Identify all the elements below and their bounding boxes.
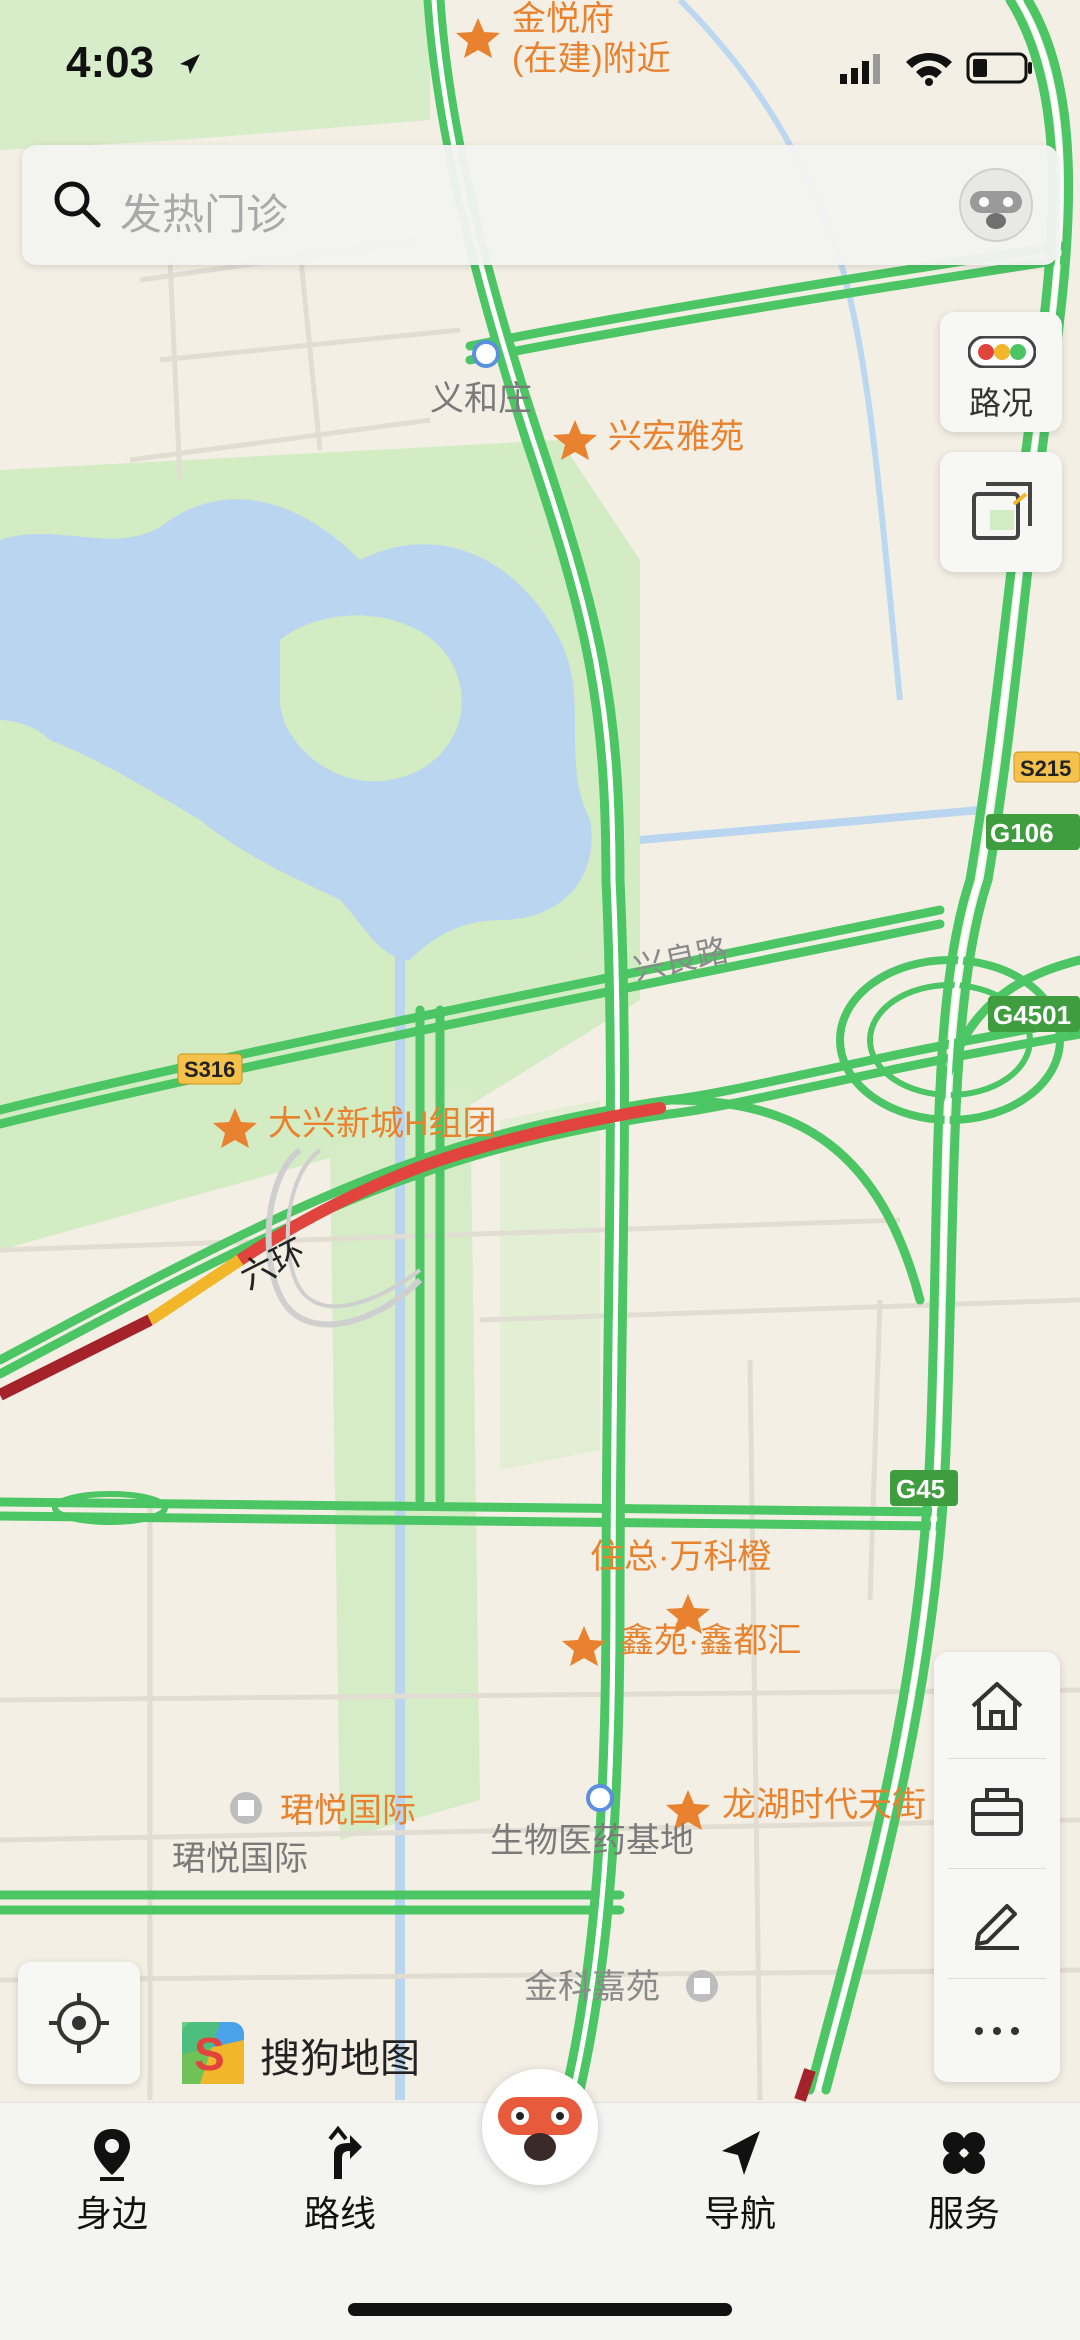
park-area [500, 1100, 600, 1470]
nav-nearby[interactable]: 身边 [42, 2125, 182, 2237]
nav-route[interactable]: 路线 [270, 2125, 410, 2237]
pen-icon [975, 1904, 1019, 1950]
briefcase-icon [971, 1788, 1023, 1836]
poi-label[interactable]: 鑫苑·鑫都汇 [620, 1622, 801, 1660]
poi-label[interactable]: 龙湖时代天街 [722, 1786, 926, 1824]
place-label: 珺悦国际 [172, 1840, 308, 1878]
more-icon [975, 2027, 1019, 2035]
svg-text:S: S [194, 2028, 225, 2080]
navigation-arrow-icon [722, 2131, 760, 2175]
shield-label: S215 [1020, 756, 1071, 781]
divider [948, 1868, 1046, 1869]
nav-label: 身边 [75, 2193, 148, 2234]
traffic-light-icon [968, 336, 1036, 368]
location-pin-icon [94, 2129, 130, 2181]
voice-assistant-button[interactable] [482, 2069, 598, 2185]
divider [948, 1758, 1046, 1759]
status-icons [840, 48, 1040, 93]
map-canvas[interactable]: 金悦府 (在建)附近 义和庄 兴宏雅苑 兴良路 大兴新城H组团 六环 住总·万科… [0, 0, 1080, 2339]
home-indicator[interactable] [348, 2303, 732, 2316]
nav-services[interactable]: 服务 [894, 2125, 1034, 2237]
nav-label: 服务 [927, 2193, 1000, 2234]
search-icon [54, 181, 101, 228]
traffic-button[interactable]: 路况 [940, 312, 1062, 432]
edit-button[interactable] [934, 1870, 1060, 1976]
tools-panel [934, 1652, 1060, 2082]
voice-assistant-icon[interactable] [956, 165, 1036, 245]
shield-label: G4501 [993, 1000, 1071, 1030]
poi-label[interactable]: 珺悦国际 [280, 1792, 416, 1830]
place-label: 义和庄 [430, 380, 532, 418]
services-clover-icon [943, 2132, 985, 2174]
mascot-icon [498, 2097, 582, 2161]
poi-label[interactable]: 住总·万科橙 [590, 1538, 771, 1576]
nav-label: 路线 [303, 2193, 376, 2234]
poi-label[interactable]: 兴宏雅苑 [608, 418, 744, 456]
poi-label[interactable]: 大兴新城H组团 [268, 1105, 497, 1143]
place-label: 金科嘉苑 [524, 1968, 660, 2006]
sogou-map-logo-icon: S [182, 2022, 244, 2084]
layers-icon [972, 482, 1032, 540]
home-button[interactable] [934, 1652, 1060, 1758]
traffic-label: 路况 [968, 385, 1033, 421]
nav-label: 导航 [703, 2193, 776, 2234]
divider [948, 1978, 1046, 1979]
place-label: 生物医药基地 [490, 1822, 694, 1860]
status-time: 4:03 [66, 38, 155, 87]
status-bar: 4:03 [0, 0, 1080, 130]
map-layers-button[interactable] [940, 452, 1062, 572]
search-bar[interactable]: 发热门诊 [22, 145, 1058, 265]
search-input[interactable]: 发热门诊 [120, 181, 288, 242]
route-arrow-icon [328, 2125, 362, 2179]
signal-wifi-battery-icon [840, 52, 1032, 86]
brand-logo: S 搜狗地图 [180, 2020, 420, 2091]
location-arrow-icon [180, 54, 200, 74]
locate-me-button[interactable] [18, 1962, 140, 2084]
home-icon [971, 1682, 1023, 1730]
shield-label: S316 [184, 1057, 235, 1082]
work-button[interactable] [934, 1760, 1060, 1866]
brand-name: 搜狗地图 [260, 2037, 420, 2081]
crosshair-icon [49, 1993, 109, 2053]
shield-label: G106 [990, 818, 1054, 848]
more-button[interactable] [934, 1980, 1060, 2086]
nav-navigate[interactable]: 导航 [670, 2125, 810, 2237]
shield-label: G45 [896, 1474, 945, 1504]
